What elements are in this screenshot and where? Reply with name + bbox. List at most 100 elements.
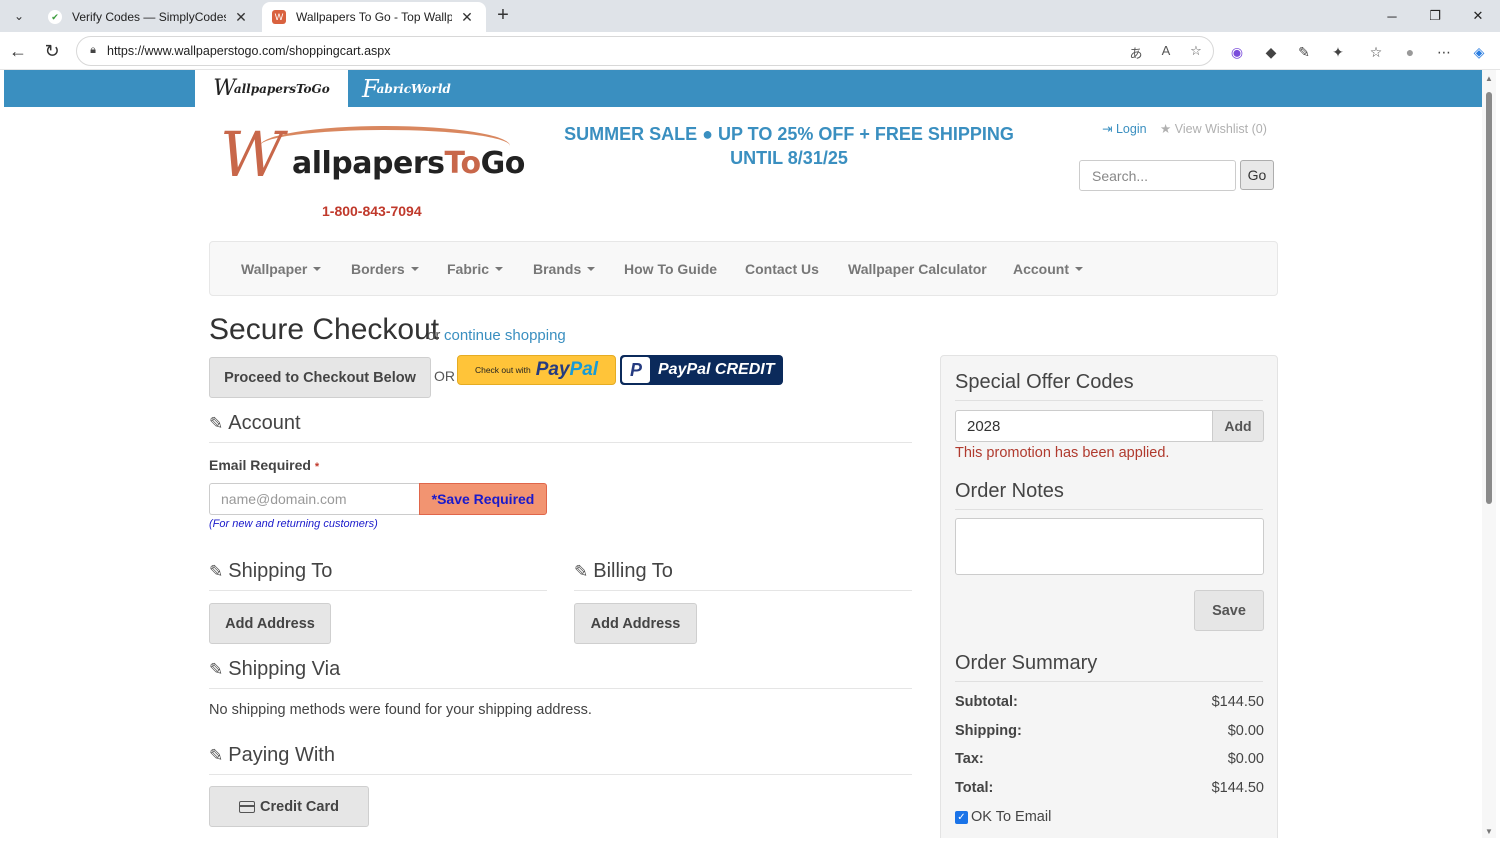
copilot-extension-icon[interactable]: ◉ bbox=[1226, 41, 1248, 63]
browser-tab-wallpaperstogo[interactable]: W Wallpapers To Go - Top Wallpaper ✕ bbox=[262, 2, 486, 32]
search-go-button[interactable]: Go bbox=[1240, 160, 1274, 190]
wallpaperstogo-favicon-icon: W bbox=[272, 10, 286, 24]
browser-tab-simplycodes[interactable]: ✔ Verify Codes — SimplyCodes ✕ bbox=[38, 2, 260, 32]
minimize-button[interactable]: ─ bbox=[1370, 0, 1414, 32]
scrollbar-thumb[interactable] bbox=[1486, 92, 1492, 504]
copilot-icon[interactable]: ◈ bbox=[1468, 41, 1490, 63]
more-options-icon[interactable]: ⋯ bbox=[1433, 41, 1455, 63]
browser-tab-bar: ⌄ ✔ Verify Codes — SimplyCodes ✕ W Wallp… bbox=[0, 0, 1500, 32]
login-icon: ⇥ bbox=[1102, 122, 1113, 136]
brand-initial: W bbox=[213, 76, 236, 101]
nav-item-fabric[interactable]: Fabric bbox=[447, 242, 504, 295]
tab-close-icon[interactable]: ✕ bbox=[232, 8, 250, 26]
nav-item-borders[interactable]: Borders bbox=[351, 242, 419, 295]
divider bbox=[955, 400, 1263, 401]
summary-row-shipping: Shipping: $0.00 bbox=[955, 723, 1264, 739]
nav-item-wallpaper[interactable]: Wallpaper bbox=[241, 242, 322, 295]
order-summary-heading: Order Summary bbox=[955, 652, 1098, 674]
pencil-icon: ✎ bbox=[209, 413, 224, 433]
paypal-credit-button[interactable]: P PayPal CREDIT bbox=[620, 355, 783, 385]
ok-to-email-label: OK To Email bbox=[971, 809, 1052, 825]
translate-icon[interactable]: あ bbox=[1127, 43, 1145, 61]
add-promo-button[interactable]: Add bbox=[1212, 410, 1264, 442]
proceed-to-checkout-button[interactable]: Proceed to Checkout Below bbox=[209, 357, 431, 398]
extensions-puzzle-icon[interactable]: ✦ bbox=[1327, 41, 1349, 63]
simplycodes-favicon-icon: ✔ bbox=[48, 10, 62, 24]
extension-icon[interactable]: ◆ bbox=[1260, 41, 1282, 63]
divider bbox=[955, 509, 1263, 510]
star-icon: ★ bbox=[1160, 122, 1172, 136]
continue-shopping-link[interactable]: continue shopping bbox=[444, 327, 566, 344]
summary-row-tax: Tax: $0.00 bbox=[955, 751, 1264, 767]
read-aloud-icon[interactable]: A bbox=[1157, 43, 1175, 61]
email-field[interactable] bbox=[209, 483, 419, 515]
page-scrollbar[interactable]: ▲ ▼ bbox=[1482, 70, 1496, 838]
address-bar[interactable]: 🔒︎ https://www.wallpaperstogo.com/shoppi… bbox=[76, 36, 1214, 66]
caret-down-icon bbox=[587, 266, 596, 271]
ok-to-email-checkbox[interactable]: ✓ OK To Email bbox=[955, 809, 1051, 825]
main-navigation: Wallpaper Borders Fabric Brands How To G… bbox=[209, 241, 1278, 296]
search-input[interactable] bbox=[1079, 160, 1236, 191]
checkbox-checked-icon[interactable]: ✓ bbox=[955, 810, 968, 824]
maximize-button[interactable]: ❐ bbox=[1413, 0, 1457, 32]
new-tab-button[interactable]: + bbox=[492, 5, 514, 27]
promo-banner[interactable]: SUMMER SALE ● UP TO 25% OFF + FREE SHIPP… bbox=[560, 122, 1018, 170]
scroll-up-icon[interactable]: ▲ bbox=[1485, 74, 1493, 83]
web-page: W allpapersToGo F abricWorld W allpapers… bbox=[4, 70, 1482, 838]
credit-card-button[interactable]: Credit Card bbox=[209, 786, 369, 827]
brand-tab-wallpaperstogo[interactable]: W allpapersToGo bbox=[195, 70, 348, 107]
nav-item-wallpaper-calculator[interactable]: Wallpaper Calculator bbox=[848, 242, 987, 295]
site-info-icon[interactable]: 🔒︎ bbox=[86, 44, 100, 58]
promo-code-input[interactable] bbox=[955, 410, 1213, 442]
wishlist-link[interactable]: ★ View Wishlist (0) bbox=[1160, 122, 1267, 136]
paypal-logo-pal: Pal bbox=[569, 359, 599, 380]
special-offer-heading: Special Offer Codes bbox=[955, 371, 1134, 393]
divider bbox=[955, 681, 1263, 682]
promo-line-2: UNTIL 8/31/25 bbox=[730, 148, 848, 168]
page-title: Secure Checkout bbox=[209, 313, 440, 346]
summary-row-total: Total: $144.50 bbox=[955, 780, 1264, 796]
profile-avatar-icon[interactable]: ● bbox=[1399, 41, 1421, 63]
paypal-small-text: Check out with bbox=[474, 365, 531, 375]
divider bbox=[209, 590, 547, 591]
save-required-button[interactable]: *Save Required bbox=[419, 483, 547, 515]
pencil-icon: ✎ bbox=[209, 659, 224, 679]
favorite-star-icon[interactable]: ☆ bbox=[1187, 43, 1205, 61]
close-window-button[interactable]: ✕ bbox=[1456, 0, 1500, 32]
divider bbox=[209, 688, 912, 689]
account-heading: ✎ Account bbox=[209, 412, 301, 434]
shipping-add-address-button[interactable]: Add Address bbox=[209, 603, 331, 644]
pencil-icon: ✎ bbox=[209, 561, 224, 581]
nav-item-how-to-guide[interactable]: How To Guide bbox=[624, 242, 717, 295]
shipping-via-heading: ✎ Shipping Via bbox=[209, 658, 341, 680]
login-link[interactable]: ⇥ Login bbox=[1102, 122, 1147, 136]
save-notes-button[interactable]: Save bbox=[1194, 590, 1264, 631]
paypal-logo-pay: Pay bbox=[535, 359, 570, 380]
phone-number[interactable]: 1-800-843-7094 bbox=[322, 203, 422, 219]
shipping-to-heading: ✎ Shipping To bbox=[209, 560, 333, 582]
pencil-icon: ✎ bbox=[574, 561, 589, 581]
paypal-checkout-button[interactable]: Check out with Pay Pal bbox=[457, 355, 616, 385]
scroll-down-icon[interactable]: ▼ bbox=[1485, 827, 1493, 836]
caret-down-icon bbox=[1075, 266, 1083, 271]
billing-add-address-button[interactable]: Add Address bbox=[574, 603, 697, 644]
order-sidebar: Special Offer Codes Add This promotion h… bbox=[940, 355, 1278, 838]
tab-actions-menu-icon[interactable]: ⌄ bbox=[6, 4, 32, 28]
nav-item-brands[interactable]: Brands bbox=[533, 242, 596, 295]
or-separator: OR bbox=[434, 368, 455, 384]
favorites-icon[interactable]: ☆ bbox=[1365, 41, 1387, 63]
nav-item-contact-us[interactable]: Contact Us bbox=[745, 242, 819, 295]
brand-name: abricWorld bbox=[376, 81, 451, 96]
brand-tab-fabricworld[interactable]: F abricWorld bbox=[362, 70, 482, 107]
divider bbox=[209, 442, 912, 443]
tab-close-icon[interactable]: ✕ bbox=[458, 8, 476, 26]
summary-row-subtotal: Subtotal: $144.50 bbox=[955, 694, 1264, 710]
order-notes-textarea[interactable] bbox=[955, 518, 1264, 575]
back-icon[interactable]: ← bbox=[6, 39, 30, 63]
nav-item-account[interactable]: Account bbox=[1013, 242, 1083, 295]
refresh-icon[interactable]: ↻ bbox=[40, 39, 64, 63]
caret-down-icon bbox=[313, 266, 322, 271]
caret-down-icon bbox=[495, 266, 504, 271]
extension-icon[interactable]: ✎ bbox=[1293, 41, 1315, 63]
site-logo[interactable]: W allpapersToGo bbox=[220, 122, 540, 192]
